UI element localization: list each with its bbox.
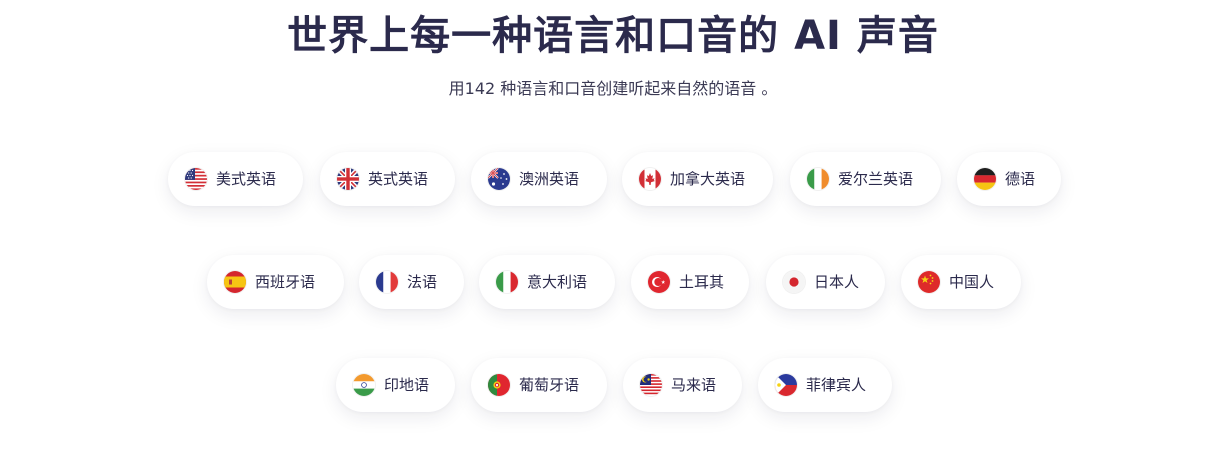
australia-flag-icon [488, 168, 510, 190]
india-flag-icon [353, 374, 375, 396]
germany-flag-icon [974, 168, 996, 190]
language-pill-spanish[interactable]: 西班牙语 [207, 255, 344, 309]
spain-flag-icon [224, 271, 246, 293]
philippines-flag-icon [775, 374, 797, 396]
italy-flag-icon [496, 271, 518, 293]
language-pill-irish-english[interactable]: 爱尔兰英语 [790, 152, 941, 206]
language-pill-portuguese[interactable]: 葡萄牙语 [471, 358, 607, 412]
language-label: 日本人 [814, 273, 860, 291]
page-title: 世界上每一种语言和口音的 AI 声音 [287, 13, 939, 59]
france-flag-icon [376, 271, 398, 293]
language-label: 西班牙语 [255, 273, 316, 291]
language-label: 澳洲英语 [519, 170, 580, 188]
language-pill-uk-english[interactable]: 英式英语 [320, 152, 455, 206]
china-flag-icon [918, 271, 940, 293]
language-pill-chinese[interactable]: 中国人 [901, 255, 1021, 309]
language-pill-italian[interactable]: 意大利语 [479, 255, 615, 309]
language-label: 菲律宾人 [806, 376, 867, 394]
ireland-flag-icon [807, 168, 829, 190]
language-pill-japanese[interactable]: 日本人 [766, 255, 885, 309]
turkey-flag-icon [648, 271, 670, 293]
language-pill-filipino[interactable]: 菲律宾人 [758, 358, 892, 412]
us-flag-icon [185, 168, 207, 190]
language-label: 土耳其 [679, 273, 725, 291]
language-label: 美式英语 [216, 170, 277, 188]
language-pill-turkish[interactable]: 土耳其 [631, 255, 749, 309]
portugal-flag-icon [488, 374, 510, 396]
language-label: 爱尔兰英语 [838, 170, 914, 188]
language-label: 法语 [407, 273, 438, 291]
language-pill-canadian-english[interactable]: 加拿大英语 [622, 152, 773, 206]
language-label: 德语 [1005, 170, 1036, 188]
language-pill-us-english[interactable]: 美式英语 [168, 152, 303, 206]
language-row-2: 西班牙语 法语 意大利语 土耳其 日本人 中国人 [0, 255, 1226, 311]
language-pill-german[interactable]: 德语 [957, 152, 1061, 206]
language-pill-malay[interactable]: 马来语 [623, 358, 742, 412]
language-pill-french[interactable]: 法语 [359, 255, 464, 309]
malaysia-flag-icon [640, 374, 662, 396]
language-pill-australian-english[interactable]: 澳洲英语 [471, 152, 607, 206]
page-subtitle: 用142 种语言和口音创建听起来自然的语音 。 [448, 79, 778, 98]
language-label: 印地语 [384, 376, 430, 394]
language-pill-hindi[interactable]: 印地语 [336, 358, 455, 412]
language-row-1: 美式英语 英式英语 澳洲英语 加拿大英语 爱尔兰英语 德语 [0, 152, 1226, 208]
language-row-3: 印地语 葡萄牙语 马来语 菲律宾人 [0, 358, 1226, 414]
language-label: 葡萄牙语 [519, 376, 580, 394]
language-label: 英式英语 [368, 170, 429, 188]
uk-flag-icon [337, 168, 359, 190]
language-label: 马来语 [671, 376, 717, 394]
language-label: 意大利语 [527, 273, 588, 291]
language-label: 加拿大英语 [670, 170, 746, 188]
japan-flag-icon [783, 271, 805, 293]
language-label: 中国人 [949, 273, 995, 291]
canada-flag-icon [639, 168, 661, 190]
